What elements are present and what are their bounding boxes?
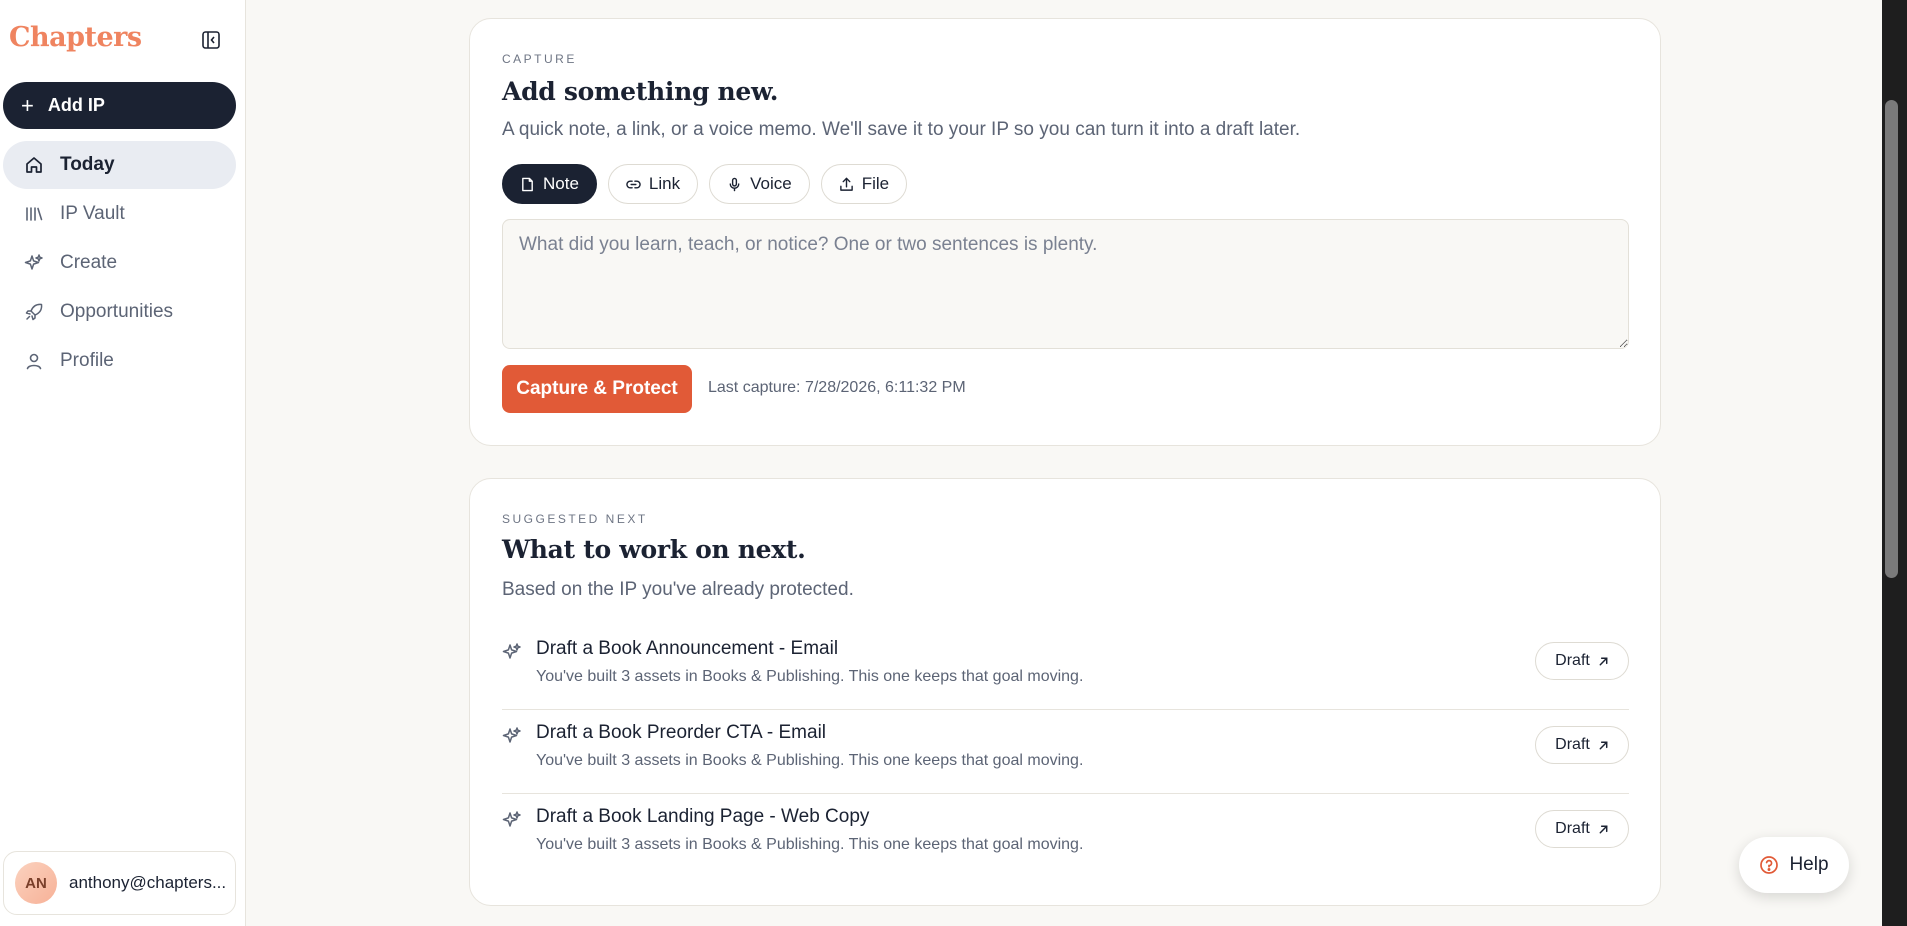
help-circle-icon <box>1760 856 1779 874</box>
mode-link-button[interactable]: Link <box>607 164 699 204</box>
capture-note-input[interactable] <box>502 219 1629 349</box>
rocket-icon <box>22 300 46 324</box>
link-icon <box>626 177 641 192</box>
add-ip-button[interactable]: + Add IP <box>3 82 236 129</box>
draft-label: Draft <box>1555 820 1590 837</box>
sidebar-item-label: IP Vault <box>60 203 125 224</box>
sidebar-item-ip-vault[interactable]: IP Vault <box>3 190 236 238</box>
microphone-icon <box>727 177 742 192</box>
sidebar-item-label: Today <box>60 154 115 175</box>
home-icon <box>22 153 46 177</box>
sidebar-item-today[interactable]: Today <box>3 141 236 189</box>
sidebar-item-create[interactable]: Create <box>3 239 236 287</box>
file-icon <box>520 177 535 192</box>
library-icon <box>22 202 46 226</box>
sidebar-item-profile[interactable]: Profile <box>3 337 236 385</box>
mode-label: File <box>861 174 890 193</box>
user-account-chip[interactable]: AN anthony@chapters... <box>3 851 236 915</box>
sidebar: Chapters + Add IP Today IP Vault Create … <box>0 0 246 926</box>
suggested-eyebrow: SUGGESTED NEXT <box>502 512 648 526</box>
draft-label: Draft <box>1555 652 1590 669</box>
suggestion-description: You've built 3 assets in Books & Publish… <box>536 668 1084 685</box>
sidebar-item-label: Create <box>60 252 118 273</box>
suggestion-item: Draft a Book Preorder CTA - Email You've… <box>502 710 1629 794</box>
sidebar-item-opportunities[interactable]: Opportunities <box>3 288 236 336</box>
mode-label: Link <box>648 174 681 193</box>
user-email: anthony@chapters... <box>69 873 227 892</box>
draft-label: Draft <box>1555 736 1590 753</box>
sparkles-icon <box>502 810 522 835</box>
arrow-up-right-icon <box>1599 825 1608 833</box>
help-label: Help <box>1789 854 1829 875</box>
suggestion-list: Draft a Book Announcement - Email You've… <box>502 626 1629 878</box>
sidebar-item-label: Profile <box>60 350 114 371</box>
suggested-title: What to work on next. <box>502 535 806 564</box>
suggestion-description: You've built 3 assets in Books & Publish… <box>536 752 1084 769</box>
mode-note-button[interactable]: Note <box>502 164 597 204</box>
arrow-up-right-icon <box>1599 741 1608 749</box>
collapse-sidebar-icon[interactable] <box>198 27 224 53</box>
scrollbar-thumb[interactable] <box>1885 100 1898 578</box>
user-icon <box>22 349 46 373</box>
suggestion-title: Draft a Book Preorder CTA - Email <box>536 722 827 743</box>
draft-button[interactable]: Draft <box>1535 726 1629 764</box>
upload-icon <box>839 177 854 192</box>
suggestion-description: You've built 3 assets in Books & Publish… <box>536 836 1084 853</box>
capture-title: Add something new. <box>502 77 779 106</box>
sparkles-icon <box>502 726 522 751</box>
mode-file-button[interactable]: File <box>820 164 908 204</box>
sidebar-item-label: Opportunities <box>60 301 174 322</box>
mode-voice-button[interactable]: Voice <box>709 164 810 204</box>
draft-button[interactable]: Draft <box>1535 642 1629 680</box>
sparkles-icon <box>502 642 522 667</box>
add-ip-label: Add IP <box>47 95 105 115</box>
plus-icon: + <box>21 92 34 118</box>
capture-mode-group: Note Link Voice File <box>502 164 908 204</box>
capture-card: CAPTURE Add something new. A quick note,… <box>469 18 1661 446</box>
suggestion-title: Draft a Book Announcement - Email <box>536 638 839 659</box>
capture-eyebrow: CAPTURE <box>502 52 577 66</box>
capture-protect-button[interactable]: Capture & Protect <box>502 365 692 413</box>
suggestion-item: Draft a Book Landing Page - Web Copy You… <box>502 794 1629 878</box>
draft-button[interactable]: Draft <box>1535 810 1629 848</box>
suggested-card: SUGGESTED NEXT What to work on next. Bas… <box>469 478 1661 906</box>
mode-label: Voice <box>750 174 792 193</box>
help-button[interactable]: Help <box>1739 837 1849 893</box>
suggestion-title: Draft a Book Landing Page - Web Copy <box>536 806 870 827</box>
brand-logo[interactable]: Chapters <box>9 22 142 53</box>
mode-label: Note <box>543 174 579 193</box>
capture-subtitle: A quick note, a link, or a voice memo. W… <box>502 119 1301 140</box>
suggestion-item: Draft a Book Announcement - Email You've… <box>502 626 1629 710</box>
suggested-subtitle: Based on the IP you've already protected… <box>502 579 854 600</box>
sparkles-icon <box>22 251 46 275</box>
last-capture-timestamp: Last capture: 7/28/2026, 6:11:32 PM <box>708 379 966 396</box>
avatar: AN <box>15 862 57 904</box>
arrow-up-right-icon <box>1599 657 1608 665</box>
